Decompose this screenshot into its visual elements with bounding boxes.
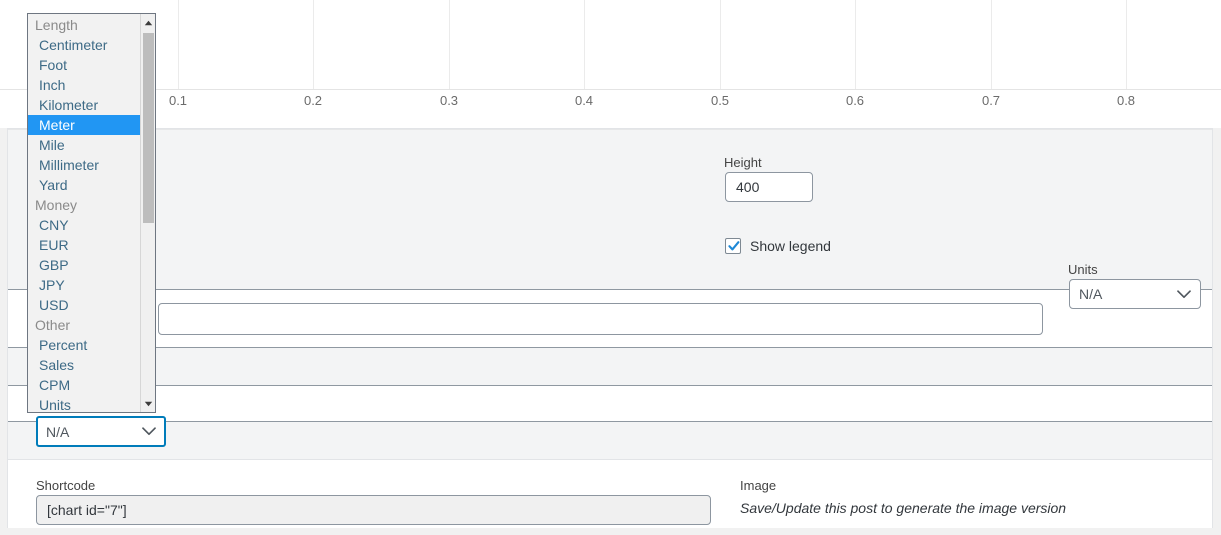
settings-row-a: [8, 347, 1212, 385]
chart-gridline: [991, 0, 992, 90]
show-legend-label: Show legend: [750, 238, 831, 254]
chart-gridline: [1126, 0, 1127, 90]
dropdown-option[interactable]: Percent: [28, 335, 140, 355]
chevron-down-icon: [142, 427, 156, 436]
chart-gridline: [855, 0, 856, 90]
units-label: Units: [1068, 262, 1098, 277]
scroll-up-arrow-icon[interactable]: [141, 14, 156, 31]
image-generation-note: Save/Update this post to generate the im…: [740, 500, 1067, 516]
x-tick-label: 0.2: [303, 93, 323, 108]
dropdown-option[interactable]: Kilometer: [28, 95, 140, 115]
dropdown-option[interactable]: CPM: [28, 375, 140, 395]
scrollbar-thumb[interactable]: [143, 33, 154, 223]
dropdown-option[interactable]: JPY: [28, 275, 140, 295]
x-tick-label: 0.3: [439, 93, 459, 108]
checkmark-icon: [728, 241, 740, 251]
dropdown-group-label: Length: [35, 17, 78, 33]
dropdown-option[interactable]: Inch: [28, 75, 140, 95]
chart-gridline: [449, 0, 450, 90]
chart-plot-area: [0, 0, 1221, 90]
dropdown-group-label: Other: [35, 317, 71, 333]
x-tick-label: 0.8: [1116, 93, 1136, 108]
chart-gridline: [313, 0, 314, 90]
dropdown-option[interactable]: Sales: [28, 355, 140, 375]
chart-gridline: [720, 0, 721, 90]
chart-options-row: Height 400 Show legend: [8, 129, 1212, 289]
x-tick-label: 0.7: [981, 93, 1001, 108]
units-select-focused-value: N/A: [46, 423, 70, 440]
chart-gridline: [584, 0, 585, 90]
height-input[interactable]: 400: [725, 172, 813, 202]
chart-preview: 0.1 0.2 0.3 0.4 0.5 0.6 0.7 0.8: [0, 0, 1221, 128]
dropdown-option[interactable]: GBP: [28, 255, 140, 275]
chart-x-axis-line: [0, 89, 1221, 90]
x-tick-label: 0.4: [574, 93, 594, 108]
dropdown-option[interactable]: Meter: [28, 115, 140, 135]
x-tick-label: 0.1: [168, 93, 188, 108]
dropdown-group-label: Money: [35, 197, 78, 213]
source-input[interactable]: [158, 303, 1043, 335]
dropdown-scrollbar[interactable]: [140, 14, 155, 412]
shortcode-input[interactable]: [chart id="7"]: [36, 495, 711, 525]
dropdown-option[interactable]: USD: [28, 295, 140, 315]
dropdown-option[interactable]: Yard: [28, 175, 140, 195]
x-tick-label: 0.5: [710, 93, 730, 108]
scroll-down-arrow-icon[interactable]: [141, 395, 156, 412]
dropdown-option[interactable]: Millimeter: [28, 155, 140, 175]
x-tick-label: 0.6: [845, 93, 865, 108]
shortcode-label: Shortcode: [36, 478, 96, 493]
height-label: Height: [724, 155, 762, 170]
dropdown-option[interactable]: CNY: [28, 215, 140, 235]
dropdown-option[interactable]: EUR: [28, 235, 140, 255]
units-select-focused[interactable]: N/A: [36, 416, 166, 447]
settings-row-c: [8, 421, 1212, 459]
units-select-value: N/A: [1079, 286, 1103, 302]
dropdown-option[interactable]: Units: [28, 395, 140, 412]
dropdown-option[interactable]: Centimeter: [28, 35, 140, 55]
units-dropdown-options[interactable]: Length Centimeter Foot Inch Kilometer Meter Mi…: [28, 14, 140, 412]
show-legend-checkbox[interactable]: [725, 238, 741, 254]
show-legend-field[interactable]: Show legend: [725, 238, 831, 254]
units-dropdown-listbox[interactable]: Length Centimeter Foot Inch Kilometer Meter Mi…: [27, 13, 156, 413]
image-label: Image: [740, 478, 777, 493]
dropdown-option[interactable]: Foot: [28, 55, 140, 75]
source-row: Units N/A: [8, 262, 1212, 347]
chart-gridline: [178, 0, 179, 90]
settings-row-b: [8, 385, 1212, 421]
dropdown-option[interactable]: Mile: [28, 135, 140, 155]
units-select[interactable]: N/A: [1069, 279, 1201, 309]
chart-settings-panel: Height 400 Show legend Units N/A N/A Sho…: [7, 128, 1213, 528]
shortcode-image-row: Shortcode [chart id="7"] Image Save/Upda…: [8, 459, 1212, 528]
chevron-down-icon: [1177, 289, 1191, 298]
